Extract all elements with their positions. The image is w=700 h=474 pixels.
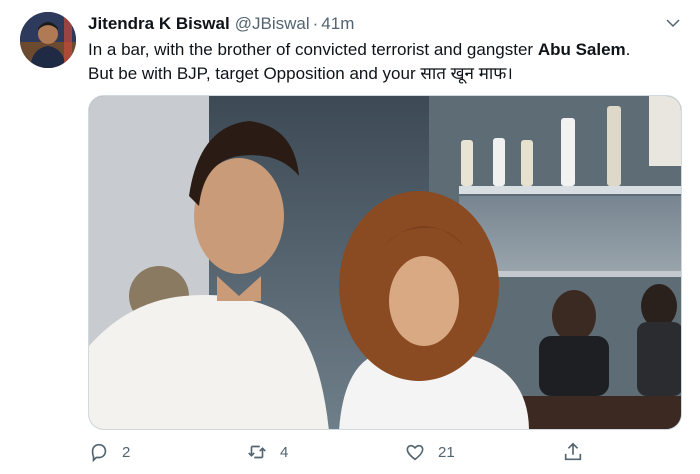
avatar[interactable]: [20, 12, 76, 68]
tweet-actions: 2 4 21: [88, 438, 608, 466]
user-avatar-icon: [20, 12, 76, 68]
author-handle[interactable]: @JBiswal: [235, 14, 310, 33]
photo-bar-scene: [89, 96, 681, 429]
tweet-text-bold: Abu Salem: [537, 40, 626, 59]
tweet-timestamp[interactable]: 41m: [321, 14, 354, 33]
author-name[interactable]: Jitendra K Biswal: [88, 14, 230, 33]
reply-icon: [91, 443, 107, 463]
tweet-text-line-2: But be with BJP, target Opposition and y…: [88, 64, 513, 83]
retweet-count: 4: [280, 443, 289, 461]
tweet-photo[interactable]: [88, 95, 682, 430]
reply-button[interactable]: 2: [88, 438, 130, 466]
tweet-text-segment: .: [625, 40, 631, 59]
share-button[interactable]: [562, 438, 584, 466]
tweet-header: Jitendra K Biswal @JBiswal · 41m: [88, 14, 660, 34]
retweet-button[interactable]: 4: [246, 438, 288, 466]
share-icon: [564, 442, 582, 461]
tweet-text-segment: In a bar, with the brother of convicted …: [88, 40, 538, 59]
like-button[interactable]: 21: [404, 438, 455, 466]
tweet-text: In a bar, with the brother of convicted …: [88, 38, 688, 86]
like-count: 21: [438, 443, 455, 461]
separator-dot: ·: [312, 14, 319, 33]
tweet-text-line-1: In a bar, with the brother of convicted …: [88, 38, 688, 62]
chevron-down-icon[interactable]: [664, 14, 682, 32]
retweet-icon: [248, 445, 266, 459]
reply-count: 2: [122, 443, 131, 461]
tweet-card[interactable]: Jitendra K Biswal @JBiswal · 41m In a bar, …: [0, 0, 700, 474]
heart-icon: [406, 444, 424, 461]
